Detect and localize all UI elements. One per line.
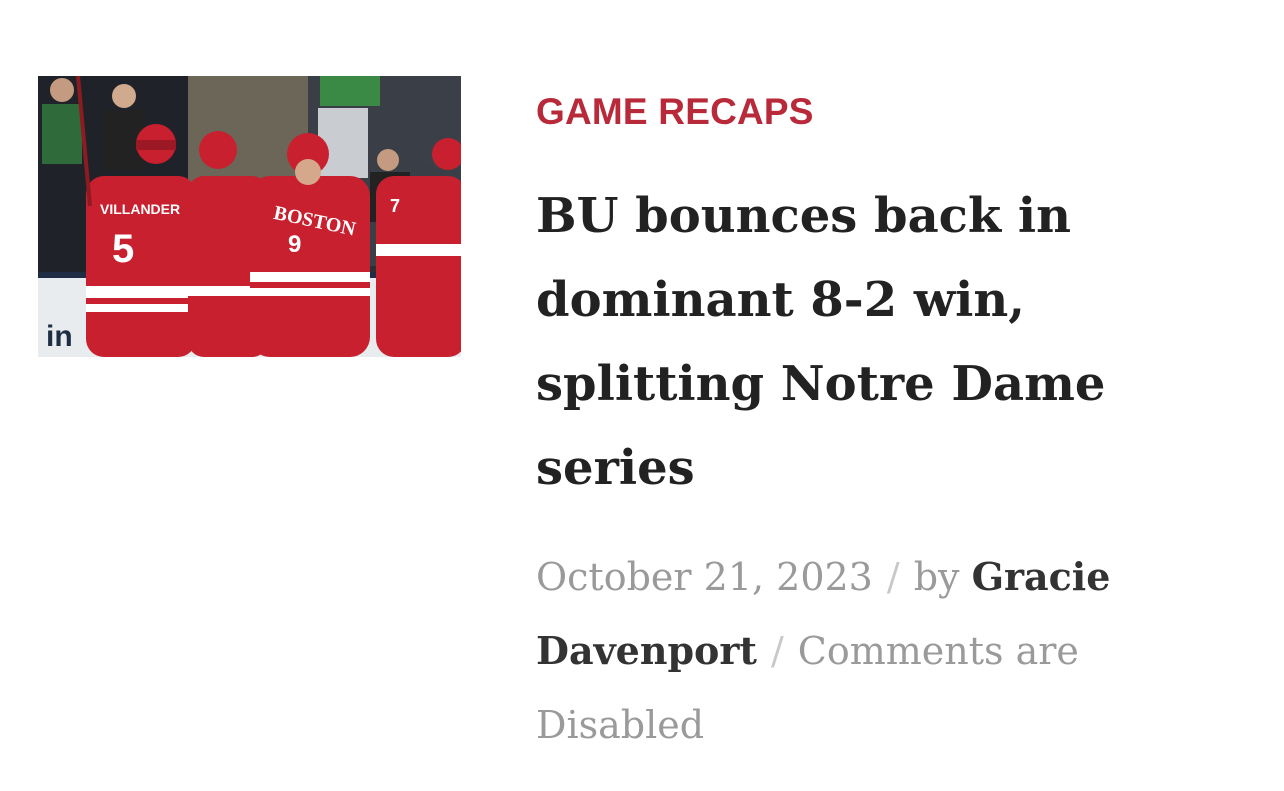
by-label: by <box>913 555 960 599</box>
article-title-link[interactable]: BU bounces back in dominant 8-2 win, spl… <box>536 188 1105 496</box>
article-title: BU bounces back in dominant 8-2 win, spl… <box>536 174 1136 510</box>
meta-separator: / <box>770 629 784 673</box>
jersey-number-left: 5 <box>112 227 134 271</box>
board-text: in <box>46 320 73 353</box>
article-content: GAME RECAPS BU bounces back in dominant … <box>536 88 1256 762</box>
hockey-photo: in VILLANDER 5 BOSTON 9 7 <box>38 76 461 357</box>
jersey-name-left: VILLANDER <box>100 201 180 217</box>
article-thumbnail[interactable]: in VILLANDER 5 BOSTON 9 7 <box>38 76 461 357</box>
article-meta: October 21, 2023/by Gracie Davenport / Com… <box>536 540 1136 762</box>
article-card: in VILLANDER 5 BOSTON 9 7 GAME RECAPS BU… <box>0 0 1284 791</box>
category-link[interactable]: GAME RECAPS <box>536 88 814 136</box>
jersey-number-right: 7 <box>390 196 400 216</box>
post-date: October 21, 2023 <box>536 555 873 599</box>
meta-separator: / <box>886 555 900 599</box>
jersey-number-center: 9 <box>288 231 301 258</box>
